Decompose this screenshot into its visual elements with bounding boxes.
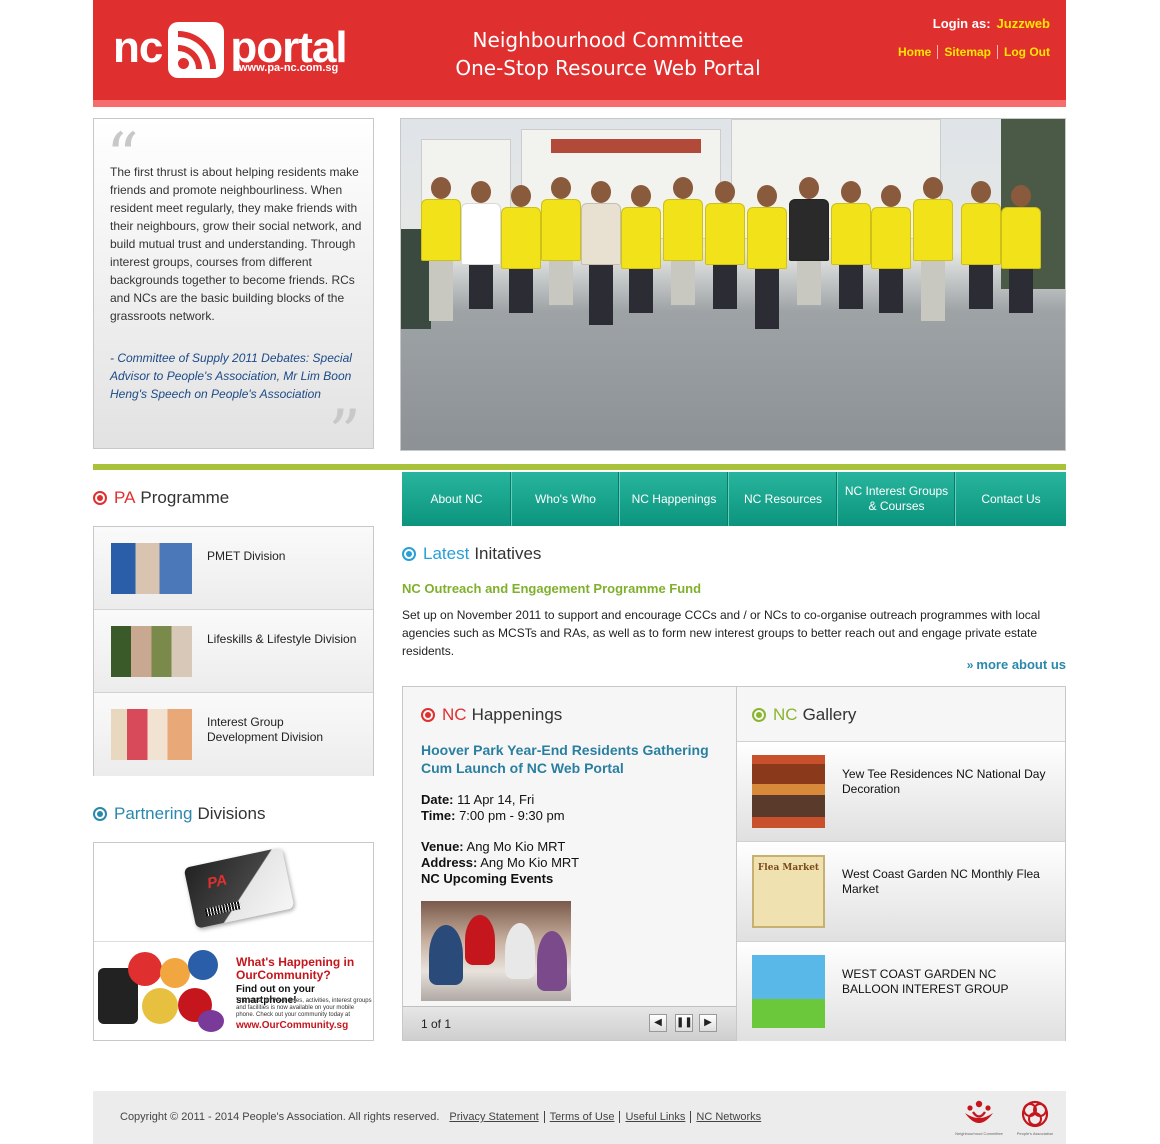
programme-label: Interest Group Development Division [207,715,324,744]
login-username[interactable]: Juzzweb [997,16,1050,31]
partnering-heading: Partnering Divisions [93,804,265,824]
sitemap-link[interactable]: Sitemap [937,45,998,59]
bullet-ring-icon [93,491,107,505]
gallery-item-label: Yew Tee Residences NC National Day Decor… [842,767,1046,796]
header-stripe [93,100,1066,107]
event-time: Time: 7:00 pm - 9:30 pm [421,808,565,823]
footer-copyright: Copyright © 2011 - 2014 People's Associa… [120,1111,766,1123]
nc-gallery-panel: NC Gallery Yew Tee Residences NC Nationa… [736,686,1066,1041]
ourcommunity-url: www.OurCommunity.sg [236,1020,349,1031]
main-nav: About NC Who's Who NC Happenings NC Reso… [402,472,1066,526]
pager-count: 1 of 1 [421,1017,452,1031]
gallery-heading: NC Gallery [752,705,856,725]
rss-icon [168,22,225,78]
ourcommunity-artwork [98,948,226,1034]
event-date: Date: 11 Apr 14, Fri [421,792,535,807]
nc-networks-link[interactable]: NC Networks [690,1111,766,1123]
more-about-us-link[interactable]: » more about us [967,657,1066,672]
hero-photo [400,118,1066,451]
double-chevron-icon: » [966,657,974,672]
useful-links-link[interactable]: Useful Links [619,1111,690,1123]
gallery-item[interactable]: WEST COAST GARDEN NC BALLOON INTEREST GR… [737,941,1065,1041]
prev-arrow-icon[interactable]: ◀ [649,1014,667,1032]
close-quote-icon: ” [328,397,361,471]
upcoming-events-label: NC Upcoming Events [421,871,554,886]
passion-card-banner[interactable]: PA [94,843,373,942]
gallery-item-label: West Coast Garden NC Monthly Flea Market [842,867,1040,896]
login-status: Login as: Juzzweb [933,16,1050,31]
site-header: nc portal www.pa-nc.com.sg Neighbourhood… [93,0,1066,100]
bullet-ring-icon [421,708,435,722]
tab-nc-interest-groups[interactable]: NC Interest Groups & Courses [838,472,956,526]
gallery-item[interactable]: Yew Tee Residences NC National Day Decor… [737,741,1065,841]
partnering-banners: PA What's Happening in OurCommunity? Fin… [93,842,374,1041]
tab-about-nc[interactable]: About NC [402,472,512,526]
event-title[interactable]: Hoover Park Year-End Residents Gathering… [421,741,721,777]
logout-link[interactable]: Log Out [997,45,1050,59]
programme-label: PMET Division [207,549,286,563]
programme-item-pmet[interactable]: PMET Division [94,527,373,610]
logo-url: www.pa-nc.com.sg [239,62,339,74]
site-footer: Copyright © 2011 - 2014 People's Associa… [93,1091,1066,1144]
login-label: Login as: [932,16,991,31]
gallery-thumbnail [752,955,825,1028]
ourcommunity-description: The latest on PA courses, activities, in… [236,998,372,1018]
pmet-thumbnail [111,543,192,594]
quote-box: “ The first thrust is about helping resi… [93,118,374,466]
programme-item-lifeskills[interactable]: Lifeskills & Lifestyle Division [94,610,373,693]
tab-nc-happenings[interactable]: NC Happenings [620,472,729,526]
programme-item-interest-group[interactable]: Interest Group Development Division [94,693,373,776]
event-photo[interactable] [421,901,571,1001]
interest-group-thumbnail [111,709,192,760]
tab-contact-us[interactable]: Contact Us [956,472,1066,526]
lifeskills-thumbnail [111,626,192,677]
programme-label: Lifeskills & Lifestyle Division [207,632,357,646]
gallery-thumbnail: Flea Market [752,855,825,928]
happenings-heading: NC Happenings [421,705,562,725]
ourcommunity-banner[interactable]: What's Happening in OurCommunity? Find o… [94,942,373,1040]
event-address: Address: Ang Mo Kio MRT [421,855,580,870]
top-links: Home Sitemap Log Out [892,45,1050,59]
nc-logo-icon[interactable]: Neighbourhood Committee [955,1099,1003,1136]
next-arrow-icon[interactable]: ▶ [699,1014,717,1032]
passion-card-image: PA [183,847,295,929]
gallery-thumbnail [752,755,825,828]
pa-logo-icon[interactable]: People's Association [1017,1099,1053,1136]
tab-whos-who[interactable]: Who's Who [512,472,620,526]
site-title-line1: Neighbourhood Committee [472,28,744,52]
privacy-statement-link[interactable]: Privacy Statement [444,1111,543,1123]
site-title-line2: One-Stop Resource Web Portal [455,56,761,80]
pause-icon[interactable]: ❚❚ [675,1014,693,1032]
happenings-pager: 1 of 1 ◀ ❚❚ ▶ [403,1006,736,1040]
gallery-item[interactable]: Flea Market West Coast Garden NC Monthly… [737,841,1065,941]
gallery-item-label: WEST COAST GARDEN NC BALLOON INTEREST GR… [842,967,1009,996]
logo-nc-text: nc [113,23,163,72]
latest-heading: Latest Initatives [402,544,541,564]
bullet-ring-icon [402,547,416,561]
bullet-ring-icon [93,807,107,821]
latest-subtitle[interactable]: NC Outreach and Engagement Programme Fun… [402,581,701,596]
latest-description: Set up on November 2011 to support and e… [402,608,1041,658]
tab-nc-resources[interactable]: NC Resources [729,472,838,526]
ourcommunity-heading: What's Happening in OurCommunity? [236,955,355,982]
home-link[interactable]: Home [892,45,937,59]
pa-programme-heading: PA Programme [93,488,229,508]
quote-source: - Committee of Supply 2011 Debates: Spec… [110,351,352,401]
quote-text: The first thrust is about helping reside… [110,165,362,323]
nc-happenings-panel: NC Happenings Hoover Park Year-End Resid… [402,686,737,1041]
site-title: Neighbourhood Committee One-Stop Resourc… [433,26,783,82]
event-venue: Venue: Ang Mo Kio MRT [421,839,566,854]
bullet-ring-icon [752,708,766,722]
terms-of-use-link[interactable]: Terms of Use [543,1111,620,1123]
pa-programme-list: PMET Division Lifeskills & Lifestyle Div… [93,526,374,776]
